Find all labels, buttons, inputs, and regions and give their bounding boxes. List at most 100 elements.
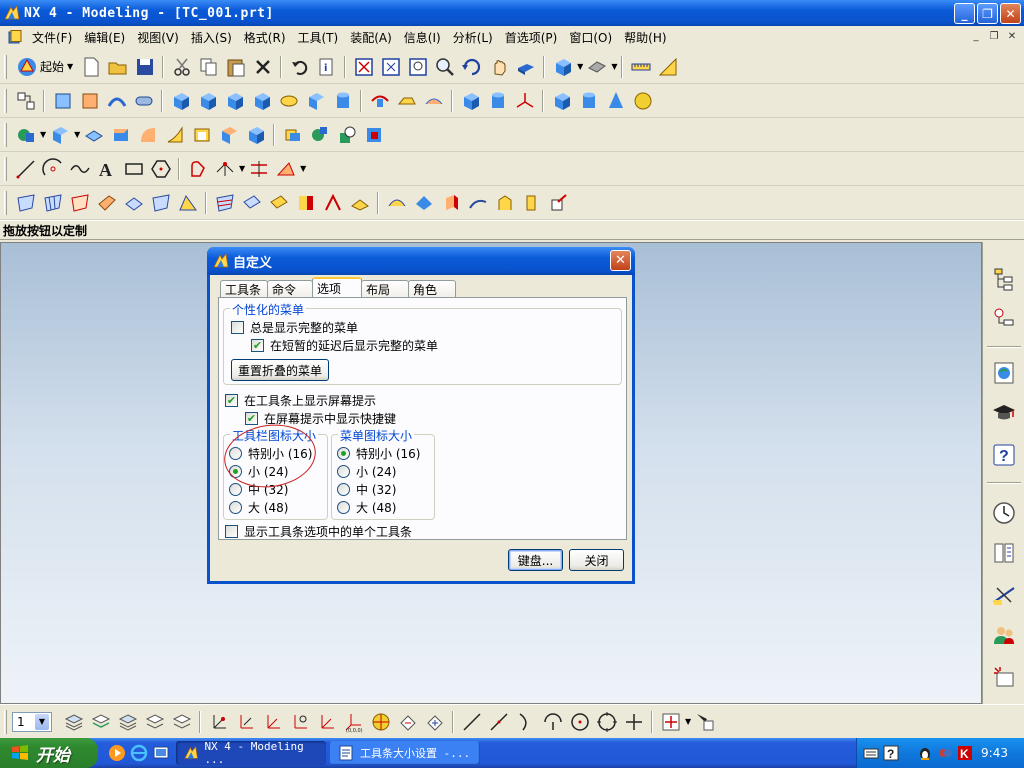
internet-explorer-icon[interactable] [130,744,148,762]
ruled-surface-icon[interactable] [12,190,39,216]
sheet-to-solid-icon[interactable] [410,190,437,216]
thread-icon[interactable] [393,88,420,114]
menu-window[interactable]: 窗口(O) [563,29,618,46]
toolbar-size-option[interactable]: 小 (24) [229,463,288,480]
delay-full-menu-option[interactable]: ✔ 在短暂的延迟后显示完整的菜单 [251,337,438,354]
single-toolbar-option[interactable]: 显示工具条选项中的单个工具条 [225,523,412,540]
toolbar-grip[interactable] [4,88,7,113]
measure-angle-icon[interactable] [654,54,681,80]
through-curves-icon[interactable] [39,190,66,216]
fillet-curve-icon[interactable] [184,156,211,182]
menu-size-option[interactable]: 特别小 (16) [337,445,420,462]
feature-tree-icon[interactable] [12,88,39,114]
document-icon[interactable] [8,30,22,44]
law-extension-icon[interactable] [211,190,238,216]
toolbar-size-option[interactable]: 大 (48) [229,499,288,516]
menu-assembly[interactable]: 装配(A) [344,29,398,46]
single-toolbar-checkbox[interactable] [225,525,238,538]
line-snap-icon[interactable] [458,709,485,735]
unite-icon[interactable] [12,122,39,148]
taskbar-item-nx[interactable]: NX 4 - Modeling ... [176,740,326,766]
minimize-button[interactable]: _ [954,3,975,24]
pull-face-icon[interactable] [545,190,572,216]
mdi-close-button[interactable]: ✕ [1004,29,1020,43]
trim-body-icon[interactable] [46,122,73,148]
midpoint-snap-icon[interactable] [485,709,512,735]
undo-icon[interactable] [286,54,313,80]
menu-file[interactable]: 文件(F) [26,29,78,46]
process-studio-icon[interactable] [989,580,1019,610]
face-blend-icon[interactable] [161,122,188,148]
section-surface-icon[interactable] [120,190,147,216]
curve-ops-icon[interactable] [272,156,299,182]
toolbar-size-option[interactable]: 特别小 (16) [229,445,312,462]
wcs-save-icon[interactable] [394,709,421,735]
mdi-minimize-button[interactable]: _ [968,29,984,43]
tube-icon[interactable] [130,88,157,114]
cube-icon[interactable] [457,88,484,114]
toolbar-size-radio-selected[interactable] [229,465,242,478]
system-scenes-icon[interactable] [989,662,1019,692]
menu-size-option[interactable]: 小 (24) [337,463,396,480]
cylinder-icon[interactable] [329,88,356,114]
tab-toolbars[interactable]: 工具条 [220,280,268,297]
antivirus-icon[interactable]: K [957,745,973,761]
wcs-orient-icon[interactable] [286,709,313,735]
toolbar-grip[interactable] [4,156,7,181]
toolbar-size-option[interactable]: 中 (32) [229,481,288,498]
studio-surface-icon[interactable] [518,190,545,216]
paste-icon[interactable] [222,54,249,80]
groove-icon[interactable] [302,88,329,114]
rotate-icon[interactable] [458,54,485,80]
dialog-close-button[interactable]: ✕ [610,250,631,271]
datum-csys-icon[interactable] [511,88,538,114]
network-icon[interactable] [937,745,953,761]
wcs-dynamics-icon[interactable] [232,709,259,735]
offset-surface-icon[interactable] [265,190,292,216]
swept-surface-icon[interactable] [93,190,120,216]
point-icon[interactable] [211,156,238,182]
tab-roles[interactable]: 角色 [408,280,456,297]
select-settings-icon[interactable] [691,709,718,735]
layer-category-icon[interactable] [114,709,141,735]
shaded-cube-icon[interactable] [549,54,576,80]
part-navigator-icon[interactable] [989,304,1019,334]
flow-surface-icon[interactable] [464,190,491,216]
mesh-surface-icon[interactable] [66,190,93,216]
quadrant-snap-icon[interactable] [539,709,566,735]
wcs-origin-icon[interactable] [205,709,232,735]
delay-full-menu-checkbox[interactable]: ✔ [251,339,264,352]
new-file-icon[interactable] [77,54,104,80]
work-layer-select[interactable]: 1 ▼ [12,711,52,732]
circle-snap-icon[interactable] [593,709,620,735]
wcs-reset-icon[interactable] [421,709,448,735]
maximize-button[interactable]: ❐ [977,3,998,24]
toolbar-size-radio[interactable] [229,501,242,514]
rectangle-icon[interactable] [120,156,147,182]
mdi-restore-button[interactable]: ❐ [986,29,1002,43]
trim-curve-icon[interactable] [245,156,272,182]
cylinder-solid-icon[interactable] [484,88,511,114]
crosshair-snap-icon[interactable] [620,709,647,735]
extrude-icon[interactable] [49,88,76,114]
show-tips-checkbox[interactable]: ✔ [225,394,238,407]
menu-size-option[interactable]: 中 (32) [337,481,396,498]
training-icon[interactable] [989,398,1019,428]
patch-icon[interactable] [360,122,387,148]
pan-icon[interactable] [485,54,512,80]
styled-blend-icon[interactable] [491,190,518,216]
show-desktop-icon[interactable] [152,744,170,762]
tab-options[interactable]: 选项 [312,277,362,297]
dropdown-arrow-icon[interactable]: ▼ [611,62,617,71]
assembly-navigator-icon[interactable] [989,264,1019,294]
toolbar-size-radio[interactable] [229,447,242,460]
menu-tools[interactable]: 工具(T) [292,29,345,46]
thicken-icon[interactable] [383,190,410,216]
menu-size-radio[interactable] [337,483,350,496]
pad-icon[interactable] [248,88,275,114]
revolve-icon[interactable] [76,88,103,114]
zoom-window-icon[interactable] [377,54,404,80]
view-orient-icon[interactable] [512,54,539,80]
keyboard-icon[interactable] [863,745,879,761]
chamfer-icon[interactable] [134,122,161,148]
